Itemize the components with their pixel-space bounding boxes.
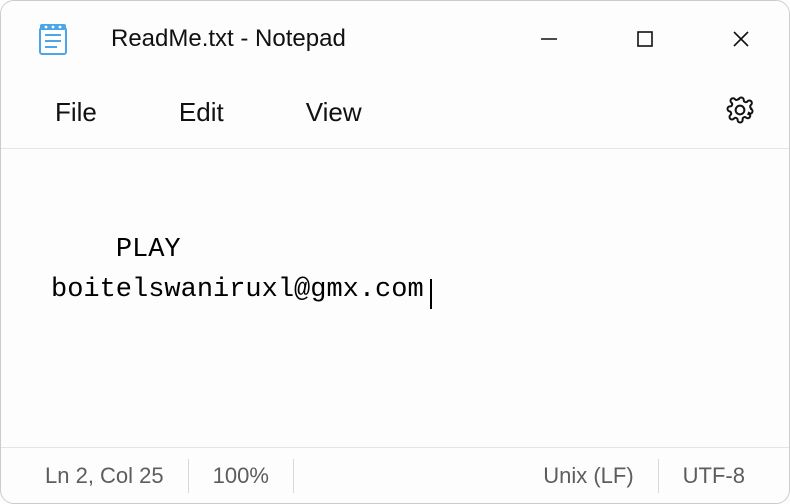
- status-encoding: UTF-8: [659, 459, 769, 493]
- settings-button[interactable]: [725, 95, 755, 130]
- statusbar: Ln 2, Col 25 100% Unix (LF) UTF-8: [1, 447, 789, 503]
- text-caret: [430, 279, 432, 309]
- gear-icon: [725, 95, 755, 125]
- close-button[interactable]: [693, 1, 789, 77]
- menu-view[interactable]: View: [294, 89, 374, 136]
- menubar: File Edit View: [1, 77, 789, 149]
- titlebar: ReadMe.txt - Notepad: [1, 1, 789, 77]
- maximize-button[interactable]: [597, 1, 693, 77]
- text-line-1: PLAY: [116, 235, 181, 265]
- menu-edit[interactable]: Edit: [167, 89, 236, 136]
- notepad-window: ReadMe.txt - Notepad File Edit View: [0, 0, 790, 504]
- status-line-ending: Unix (LF): [519, 459, 658, 493]
- status-position: Ln 2, Col 25: [21, 459, 189, 493]
- text-area[interactable]: pc risk.com PLAY boitelswaniruxl@gmx.com: [1, 149, 789, 447]
- window-controls: [501, 1, 789, 77]
- text-line-2: boitelswaniruxl@gmx.com: [51, 275, 424, 305]
- notepad-icon: [35, 21, 71, 57]
- minimize-button[interactable]: [501, 1, 597, 77]
- window-title: ReadMe.txt - Notepad: [111, 25, 346, 53]
- menu-file[interactable]: File: [43, 89, 109, 136]
- status-zoom[interactable]: 100%: [189, 459, 294, 493]
